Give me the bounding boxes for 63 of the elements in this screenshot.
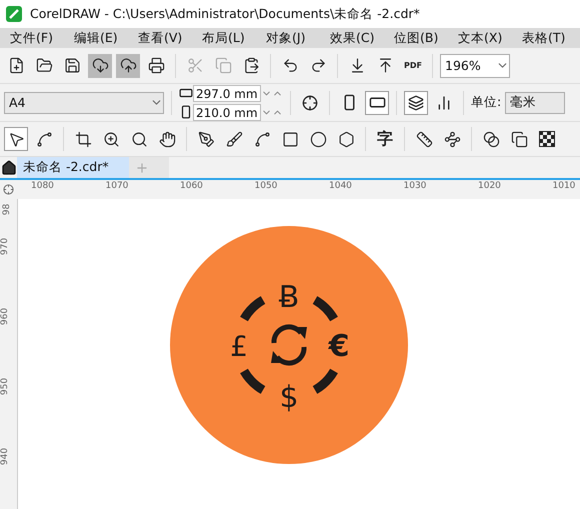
menu-item[interactable]: 位图(B): [384, 28, 448, 48]
paste-icon: [242, 57, 260, 74]
rectangle-icon: [282, 130, 298, 148]
cloud-upload-button[interactable]: [116, 54, 140, 78]
menu-item[interactable]: 表格(T): [512, 28, 576, 48]
cloud-download-icon: [92, 57, 108, 74]
pointer-icon: [8, 130, 24, 148]
blend-icon: [482, 130, 500, 148]
document-tab[interactable]: 未命名 -2.cdr*: [17, 157, 129, 178]
redo-icon: [310, 57, 326, 74]
height-icon: [179, 105, 193, 119]
hand-icon: [158, 130, 176, 148]
menu-item[interactable]: 布局(L): [192, 28, 256, 48]
print-icon: [148, 57, 164, 74]
curve-icon: [254, 130, 270, 148]
ellipse-icon: [310, 130, 326, 148]
horizontal-ruler: 1080 1070 1060 1050 1040 1030 1020 1010: [30, 180, 576, 193]
menu-item[interactable]: 文件(F): [0, 28, 64, 48]
pointer-button[interactable]: [4, 127, 28, 151]
unit-label: 单位:: [471, 94, 502, 111]
app-logo-icon: [6, 6, 22, 22]
copy-icon: [214, 57, 232, 74]
brush-icon: [226, 130, 242, 148]
cloud-upload-icon: [120, 57, 136, 74]
menu-item[interactable]: 效果(C): [320, 28, 384, 48]
cut-icon: [186, 57, 204, 74]
page-size-dropdown[interactable]: A4: [4, 92, 164, 114]
unit-dropdown[interactable]: 毫米: [505, 92, 566, 114]
layers-button[interactable]: [404, 90, 428, 114]
menu-item[interactable]: 对象(J): [256, 28, 320, 48]
menu-item[interactable]: 编辑(E): [64, 28, 128, 48]
ruler-origin-icon[interactable]: [3, 184, 14, 195]
currency-exchange-logo: Ƀ £ € $: [170, 226, 408, 464]
bars-icon: [436, 94, 452, 110]
vertical-ruler: 98 970 960 950 940: [0, 202, 14, 468]
zoom-combo[interactable]: 196%: [440, 54, 510, 78]
new-document-icon: [8, 57, 24, 74]
connector-icon: [444, 130, 460, 148]
width-icon: [179, 86, 193, 100]
save-icon: [64, 57, 80, 74]
home-icon[interactable]: [0, 160, 16, 176]
hexagon-icon: [338, 130, 354, 148]
height-field[interactable]: 210.0 mm: [193, 104, 261, 120]
shadow-icon: [510, 130, 528, 148]
pen-icon: [198, 130, 214, 148]
landscape-button[interactable]: [365, 90, 389, 114]
layers-icon: [408, 94, 424, 110]
window-title: CorelDRAW - C:\Users\Administrator\Documents\未命名 -2.cdr*: [30, 6, 420, 22]
dimension-line-icon: [416, 130, 432, 148]
search-icon: [130, 130, 148, 148]
zoom-icon: [102, 130, 120, 148]
cloud-download-button[interactable]: [88, 54, 112, 78]
export-pdf-button[interactable]: PDF: [401, 54, 425, 78]
open-icon: [36, 57, 52, 74]
menu-item[interactable]: 查看(V): [128, 28, 192, 48]
crosshair-icon: [302, 94, 318, 110]
crop-icon: [74, 130, 92, 148]
text-tool-button[interactable]: 字: [373, 127, 397, 151]
menu-item[interactable]: 文本(X): [448, 28, 512, 48]
node-icon: [36, 130, 52, 148]
width-field[interactable]: 297.0 mm: [193, 84, 261, 102]
undo-icon: [282, 57, 298, 74]
checkerboard-icon: [539, 131, 555, 147]
